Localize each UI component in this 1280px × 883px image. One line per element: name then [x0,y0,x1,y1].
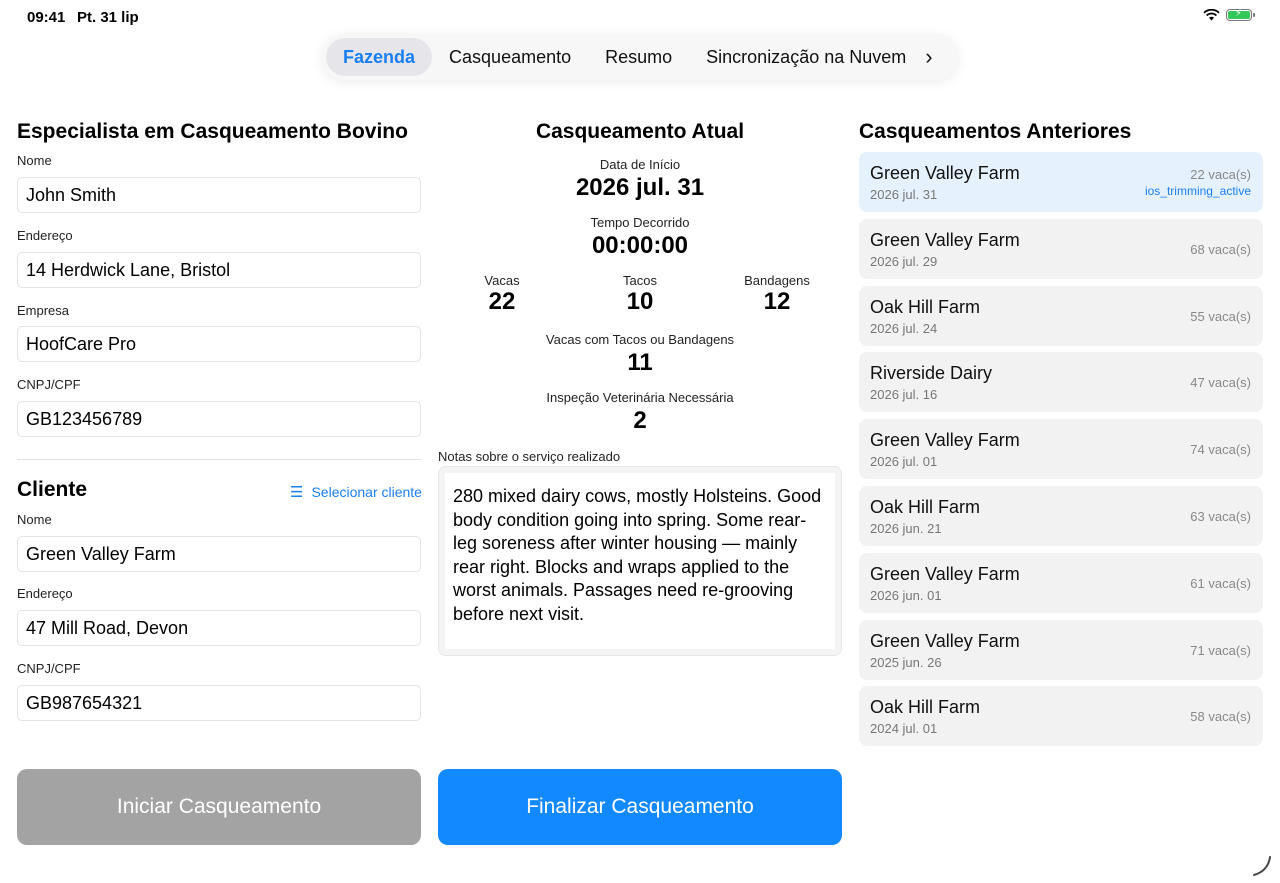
list-item[interactable]: Green Valley Farm 2026 jul. 01 74 vaca(s… [859,419,1263,480]
list-item[interactable]: Oak Hill Farm 2026 jun. 21 63 vaca(s) [859,485,1263,546]
list-item-date: 2026 jun. 01 [870,587,942,603]
list-item-name: Green Valley Farm [870,163,1020,183]
tab-resumo[interactable]: Resumo [588,38,689,76]
client-address-field[interactable]: 47 Mill Road, Devon [17,610,421,646]
list-item-count: 74 vaca(s) [1190,442,1251,458]
current-heading: Casqueamento Atual [535,120,745,143]
specialist-tax-label: CNPJ/CPF [17,377,81,392]
list-item-date: 2026 jul. 31 [870,187,938,202]
bandages-stat: Bandagens 12 [732,273,822,316]
cows-value: 22 [488,288,516,315]
notes-label: Notas sobre o serviço realizado [438,449,621,464]
list-item-name: Oak Hill Farm [870,697,981,718]
blocks-value: 10 [626,288,654,315]
select-client-label: Selecionar cliente [311,484,422,500]
bandages-value: 12 [763,288,791,315]
previous-list: Green Valley Farm 2026 jul. 31 22 vaca(s… [859,152,1263,753]
list-item-count: 47 vaca(s) [1190,375,1251,391]
list-item[interactable]: Green Valley Farm 2026 jul. 29 68 vaca(s… [859,218,1263,279]
treated-value: 11 [627,349,653,376]
specialist-address-field[interactable]: 14 Herdwick Lane, Bristol [17,252,421,288]
list-item-count: 58 vaca(s) [1190,709,1251,725]
list-item-date: 2024 jul. 01 [870,721,938,737]
specialist-name-field[interactable]: John Smith [17,177,421,213]
blocks-stat: Tacos 10 [600,273,680,316]
section-divider [17,459,421,460]
list-item-name: Oak Hill Farm [870,496,981,517]
list-item-tag: ios_trimming_active [1144,184,1251,198]
elapsed-value: 00:00:00 [591,232,689,259]
client-tax-field[interactable]: GB987654321 [17,685,421,721]
client-name-field[interactable]: Green Valley Farm [17,536,421,572]
chevron-right-icon[interactable]: › [925,44,932,70]
list-item[interactable]: Riverside Dairy 2026 jul. 16 47 vaca(s) [859,352,1263,413]
elapsed-label: Tempo Decorrido [590,215,690,230]
client-address-label: Endereço [17,586,73,601]
start-date-label: Data de Início [599,157,681,172]
list-item-date: 2026 jul. 24 [870,320,938,336]
list-item[interactable]: Green Valley Farm 2026 jul. 31 22 vaca(s… [859,152,1263,212]
specialist-company-label: Empresa [17,303,70,318]
blocks-label: Tacos [623,273,657,288]
list-item-name: Green Valley Farm [870,430,1020,451]
list-item[interactable]: Oak Hill Farm 2026 jul. 24 55 vaca(s) [859,285,1263,346]
specialist-address-label: Endereço [17,228,73,243]
treated-label: Vacas com Tacos ou Bandagens [545,332,735,347]
status-icons: ⚡ [1203,8,1255,21]
list-item-name: Green Valley Farm [870,563,1020,584]
client-heading: Cliente [17,478,88,501]
previous-heading: Casqueamentos Anteriores [859,120,1132,143]
start-date-value: 2026 jul. 31 [575,174,705,201]
list-item-count: 71 vaca(s) [1190,642,1251,658]
list-item[interactable]: Oak Hill Farm 2024 jul. 01 58 vaca(s) [859,686,1263,747]
list-item-name: Green Valley Farm [870,630,1020,651]
list-item-count: 55 vaca(s) [1190,308,1251,324]
cows-label: Vacas [484,273,520,288]
list-item-name: Oak Hill Farm [870,296,981,317]
list-item-date: 2026 jun. 21 [870,520,942,536]
list-item-date: 2026 jul. 16 [870,387,938,403]
notes-textarea[interactable]: 280 mixed dairy cows, mostly Holsteins. … [438,466,842,656]
cows-stat: Vacas 22 [462,273,542,316]
list-item-count: 63 vaca(s) [1190,508,1251,524]
list-item-count: 61 vaca(s) [1190,575,1251,591]
specialist-company-field[interactable]: HoofCare Pro [17,326,421,362]
list-item-date: 2026 jul. 29 [870,253,938,269]
list-item[interactable]: Green Valley Farm 2025 jun. 26 71 vaca(s… [859,619,1263,680]
bandages-label: Bandagens [744,273,810,288]
specialist-name-label: Nome [17,153,52,168]
list-item-name: Riverside Dairy [870,363,993,384]
list-item-name: Green Valley Farm [870,229,1020,250]
battery-icon: ⚡ [1226,8,1255,21]
segmented-tab-bar: Fazenda Casqueamento Resumo Sincronizaçã… [322,34,958,80]
finish-trimming-button[interactable]: Finalizar Casqueamento [438,769,842,845]
vet-label: Inspeção Veterinária Necessária [546,390,734,405]
list-item[interactable]: Green Valley Farm 2026 jun. 01 61 vaca(s… [859,552,1263,613]
list-icon: ☰ [290,484,304,501]
start-trimming-button[interactable]: Iniciar Casqueamento [17,769,421,845]
specialist-tax-field[interactable]: GB123456789 [17,401,421,437]
status-date: Pt. 31 lip [77,9,139,26]
wifi-icon [1203,9,1220,21]
client-tax-label: CNPJ/CPF [17,661,81,676]
list-item-count: 22 vaca(s) [1190,167,1251,182]
tab-sincronizacao[interactable]: Sincronização na Nuvem [689,38,923,76]
list-item-date: 2025 jun. 26 [870,654,942,670]
tab-fazenda[interactable]: Fazenda [326,38,433,76]
list-item-date: 2026 jul. 01 [870,454,938,470]
status-time: 09:41 [27,9,66,26]
list-item-count: 68 vaca(s) [1190,241,1251,257]
select-client-button[interactable]: ☰ Selecionar cliente [290,483,422,501]
tab-casqueamento[interactable]: Casqueamento [432,38,588,76]
specialist-heading: Especialista em Casqueamento Bovino [17,120,408,143]
resize-corner-icon[interactable] [1250,855,1272,877]
client-name-label: Nome [17,512,52,527]
vet-value: 2 [633,407,647,434]
